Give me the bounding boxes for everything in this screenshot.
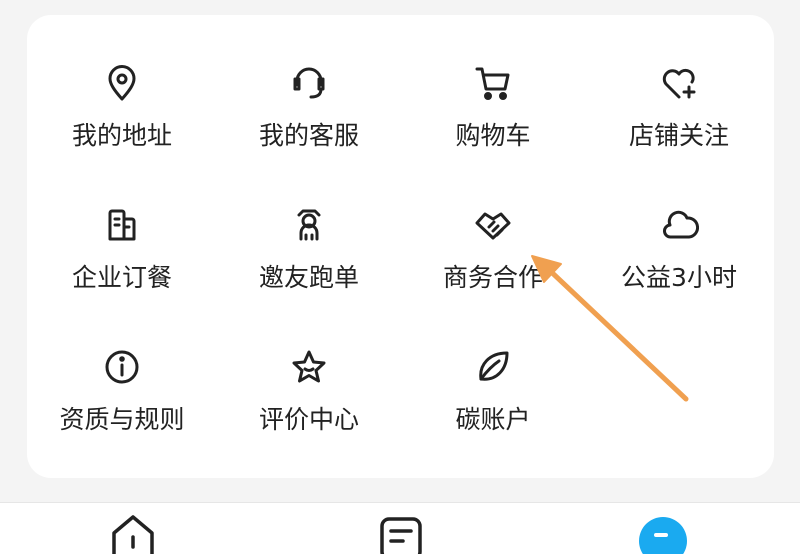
service-store-follow[interactable]: 店铺关注 bbox=[584, 63, 774, 183]
home-icon bbox=[112, 515, 154, 554]
service-label: 碳账户 bbox=[455, 405, 531, 434]
location-pin-icon bbox=[102, 63, 142, 103]
service-label: 邀友跑单 bbox=[258, 263, 359, 292]
headset-icon bbox=[289, 63, 329, 103]
heart-plus-icon bbox=[659, 63, 699, 103]
cloud-icon bbox=[659, 205, 699, 245]
bottom-tab-bar bbox=[0, 502, 800, 554]
profile-icon bbox=[639, 517, 687, 554]
service-charity-3-hours[interactable]: 公益3小时 bbox=[584, 205, 774, 325]
service-label: 评价中心 bbox=[258, 405, 359, 434]
order-icon bbox=[380, 517, 422, 554]
leaf-icon bbox=[473, 347, 513, 387]
rider-icon bbox=[289, 205, 329, 245]
tab-home[interactable] bbox=[108, 513, 158, 554]
service-label: 我的客服 bbox=[258, 121, 359, 150]
service-label: 资质与规则 bbox=[59, 405, 185, 434]
shopping-cart-icon bbox=[473, 63, 513, 103]
service-label: 企业订餐 bbox=[71, 263, 172, 292]
service-shopping-cart[interactable]: 购物车 bbox=[398, 63, 588, 183]
tab-profile[interactable] bbox=[638, 513, 688, 554]
service-qualification-rules[interactable]: 资质与规则 bbox=[27, 347, 217, 467]
service-enterprise-ordering[interactable]: 企业订餐 bbox=[27, 205, 217, 325]
service-review-center[interactable]: 评价中心 bbox=[214, 347, 404, 467]
star-icon bbox=[289, 347, 329, 387]
service-my-customer-service[interactable]: 我的客服 bbox=[214, 63, 404, 183]
service-label: 购物车 bbox=[455, 121, 531, 150]
service-business-cooperation[interactable]: 商务合作 bbox=[398, 205, 588, 325]
building-icon bbox=[102, 205, 142, 245]
service-label: 我的地址 bbox=[71, 121, 172, 150]
service-my-address[interactable]: 我的地址 bbox=[27, 63, 217, 183]
services-card: 我的地址 我的客服 购物车 店铺关注 企业订餐 邀友跑单 商务合作 公益3小时 … bbox=[27, 15, 774, 478]
info-icon bbox=[102, 347, 142, 387]
tab-orders[interactable] bbox=[376, 513, 426, 554]
service-label: 店铺关注 bbox=[628, 121, 729, 150]
service-invite-rider[interactable]: 邀友跑单 bbox=[214, 205, 404, 325]
service-label: 公益3小时 bbox=[621, 263, 737, 292]
service-label: 商务合作 bbox=[442, 263, 543, 292]
handshake-icon bbox=[473, 205, 513, 245]
service-carbon-account[interactable]: 碳账户 bbox=[398, 347, 588, 467]
page: 我的地址 我的客服 购物车 店铺关注 企业订餐 邀友跑单 商务合作 公益3小时 … bbox=[0, 0, 800, 554]
